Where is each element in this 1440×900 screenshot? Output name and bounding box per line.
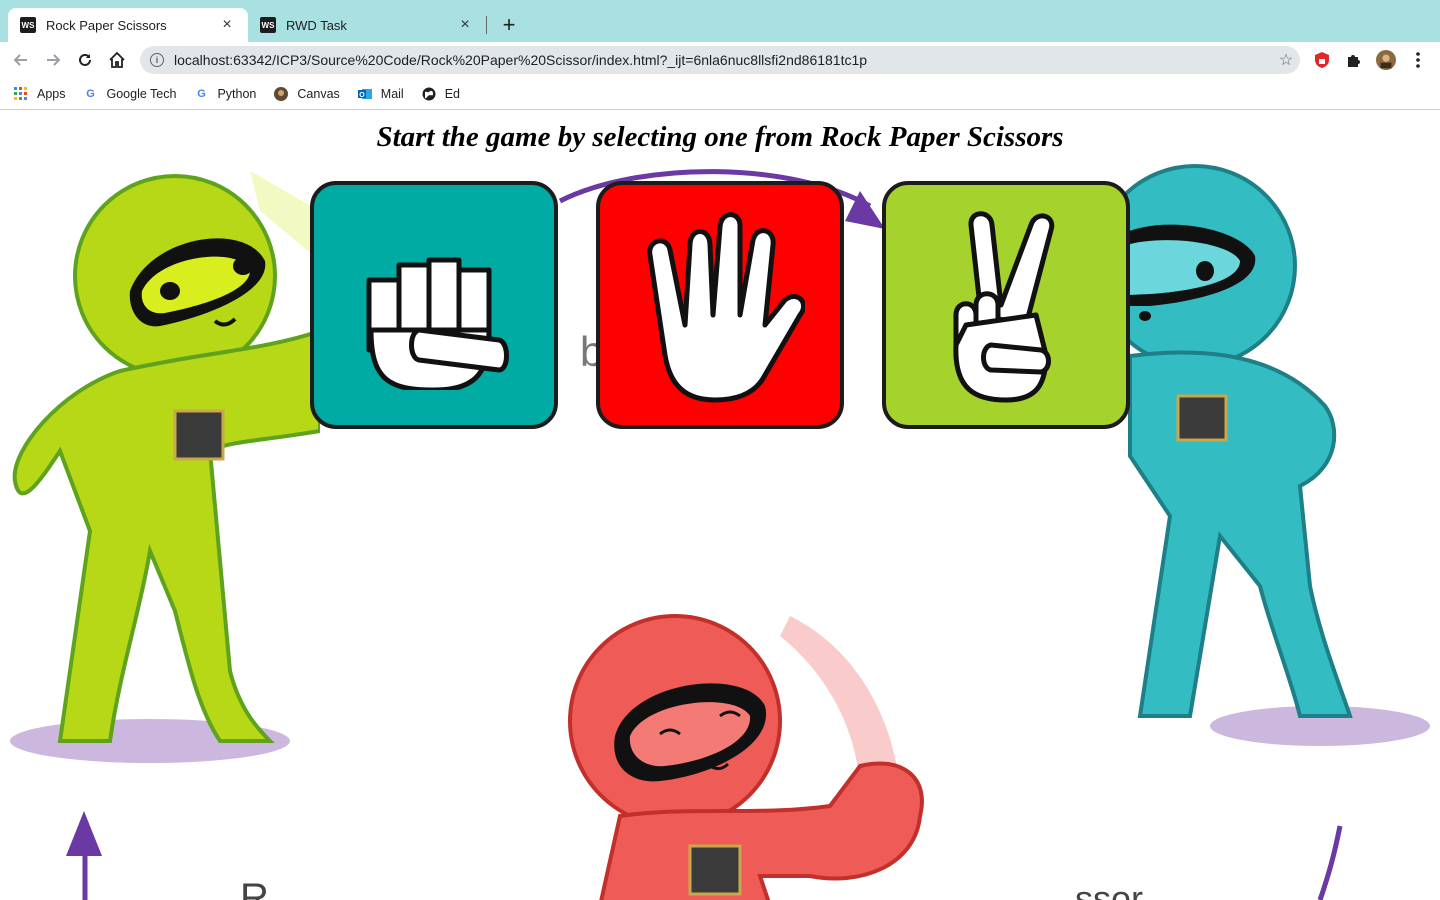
reload-button[interactable] bbox=[72, 47, 98, 73]
avatar-icon bbox=[1376, 50, 1396, 70]
address-bar[interactable]: i localhost:63342/ICP3/Source%20Code/Roc… bbox=[140, 46, 1300, 74]
webstorm-favicon-icon: WS bbox=[260, 17, 276, 33]
bookmark-label: Google Tech bbox=[106, 86, 177, 101]
tab-separator bbox=[486, 16, 487, 34]
svg-text:ssor: ssor bbox=[1075, 878, 1143, 900]
scissors-choice-button[interactable] bbox=[882, 181, 1130, 429]
rock-choice-button[interactable] bbox=[310, 181, 558, 429]
reload-icon bbox=[79, 53, 91, 66]
home-icon bbox=[109, 51, 125, 68]
new-tab-button[interactable]: + bbox=[496, 12, 522, 38]
url-text[interactable]: localhost:63342/ICP3/Source%20Code/Rock%… bbox=[174, 52, 1272, 68]
bookmark-canvas[interactable]: Canvas bbox=[274, 86, 340, 101]
fist-icon bbox=[366, 257, 509, 390]
extensions-puzzle-icon[interactable] bbox=[1344, 50, 1364, 70]
site-info-icon[interactable]: i bbox=[150, 53, 164, 67]
adblock-extension-icon[interactable] bbox=[1312, 50, 1332, 70]
peace-hand-icon bbox=[953, 211, 1055, 403]
bookmark-label: Canvas bbox=[297, 86, 340, 101]
svg-text:R: R bbox=[240, 876, 269, 900]
home-button[interactable] bbox=[104, 47, 130, 73]
puzzle-icon bbox=[1348, 55, 1360, 67]
canvas-icon bbox=[274, 86, 289, 101]
bookmarks-bar: Apps G Google Tech G Python Canvas O Mai… bbox=[0, 78, 1440, 110]
google-icon: G bbox=[197, 87, 206, 100]
profile-avatar[interactable] bbox=[1376, 50, 1396, 70]
bookmark-mail[interactable]: O Mail bbox=[357, 86, 404, 101]
open-hand-icon bbox=[647, 212, 805, 403]
webstorm-favicon-icon: WS bbox=[20, 17, 36, 33]
back-button[interactable] bbox=[8, 47, 34, 73]
back-arrow-icon bbox=[13, 54, 27, 66]
google-icon: G bbox=[86, 87, 95, 100]
close-tab-icon[interactable]: × bbox=[456, 16, 474, 34]
page-viewport: b R ssor Start the game by selecting one… bbox=[0, 111, 1440, 900]
bookmark-label: Python bbox=[217, 86, 257, 101]
kebab-menu-icon bbox=[1416, 52, 1420, 68]
shield-icon bbox=[1315, 52, 1329, 68]
bookmark-ed[interactable]: Ed bbox=[422, 87, 460, 101]
forward-arrow-icon bbox=[47, 54, 61, 66]
forward-button[interactable] bbox=[40, 47, 66, 73]
tab-rock-paper-scissors[interactable]: WS Rock Paper Scissors × bbox=[8, 8, 248, 42]
tab-rwd-task[interactable]: WS RWD Task × bbox=[248, 8, 486, 42]
browser-toolbar: i localhost:63342/ICP3/Source%20Code/Roc… bbox=[0, 42, 1440, 78]
apps-grid-icon bbox=[14, 86, 28, 101]
bookmark-google-tech[interactable]: G Google Tech bbox=[84, 86, 177, 101]
bookmark-label: Mail bbox=[380, 86, 404, 101]
browser-menu-button[interactable] bbox=[1408, 50, 1428, 70]
svg-text:O: O bbox=[359, 92, 365, 99]
bookmark-label: Apps bbox=[37, 86, 66, 101]
paper-choice-button[interactable] bbox=[596, 181, 844, 429]
bookmark-python[interactable]: G Python bbox=[194, 87, 256, 101]
tab-title: Rock Paper Scissors bbox=[46, 17, 167, 33]
bookmark-star-icon[interactable]: ☆ bbox=[1272, 50, 1300, 70]
bookmark-label: Ed bbox=[444, 86, 460, 101]
tab-title: RWD Task bbox=[286, 17, 347, 33]
tab-strip: WS Rock Paper Scissors × WS RWD Task × + bbox=[0, 0, 1440, 42]
outlook-icon: O bbox=[357, 87, 372, 101]
close-tab-icon[interactable]: × bbox=[218, 16, 236, 34]
page-title: Start the game by selecting one from Roc… bbox=[376, 121, 1064, 153]
globe-icon bbox=[422, 87, 436, 101]
bookmark-apps[interactable]: Apps bbox=[14, 86, 66, 101]
